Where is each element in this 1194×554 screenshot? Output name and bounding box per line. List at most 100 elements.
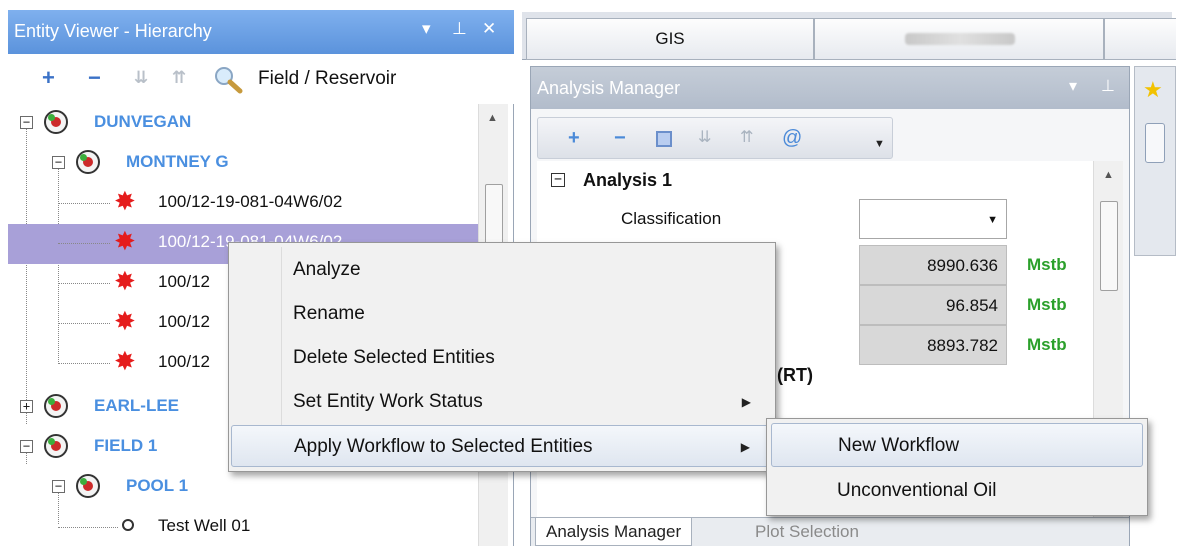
tree-node-pool-1[interactable]: − POOL 1 [8,468,478,508]
torn-edge-right [1176,0,1194,554]
tree-node-well[interactable]: Test Well 01 [8,508,478,546]
value-cell[interactable]: 8893.782 [859,325,1007,365]
well-star-icon: ✸ [114,226,136,256]
collapse-toggle[interactable]: − [52,156,65,169]
chevron-down-icon[interactable]: ▼ [987,214,998,226]
well-star-icon: ✸ [114,186,136,216]
analysis-manager-titlebar: Analysis Manager ▾ ⊥ [531,67,1129,109]
collapse-all-icon[interactable]: ⇈ [740,127,753,149]
tab-label: GIS [655,29,685,48]
pane-menu-icon[interactable]: ▾ [422,19,431,39]
menu-item-new-workflow[interactable]: New Workflow [771,423,1143,467]
analysis-toolbar: + − ⇊ ⇈ @ ▼ [537,117,893,159]
search-icon[interactable] [212,64,244,94]
tree-node-label: Test Well 01 [158,516,251,535]
tree-line [58,243,110,244]
field-globe-icon [44,434,68,458]
side-tab[interactable] [1145,123,1165,163]
menu-item-label: Apply Workflow to Selected Entities [294,436,593,457]
submenu-arrow-icon: ▶ [741,395,751,409]
collapse-toggle[interactable]: − [20,116,33,129]
pane-menu-icon[interactable]: ▾ [1069,76,1077,96]
tab-analysis-manager[interactable]: Analysis Manager [535,518,693,546]
remove-icon[interactable]: − [614,127,626,149]
properties-icon[interactable] [656,131,672,147]
tab-gis[interactable]: GIS [526,18,814,60]
menu-item-label: New Workflow [838,435,960,456]
pin-icon[interactable]: ⊥ [452,19,467,39]
workflow-submenu: New Workflow Unconventional Oil [766,418,1148,516]
submenu-arrow-icon: ▶ [740,440,750,454]
unit-label: Mstb [1027,335,1067,354]
menu-item-apply-workflow[interactable]: Apply Workflow to Selected Entities ▶ [231,425,773,467]
value-cell[interactable]: 96.854 [859,285,1007,325]
expand-all-icon[interactable]: ⇊ [698,127,711,149]
menu-item-label: Delete Selected Entities [293,347,495,368]
menu-item-delete-selected[interactable]: Delete Selected Entities [231,337,773,379]
tree-node-label: 100/12 [158,312,210,331]
tree-node-label: 100/12-19-081-04W6/02 [158,192,343,211]
menu-item-label: Rename [293,303,365,324]
tab-redacted[interactable] [814,18,1104,60]
classification-select[interactable]: ▼ [859,199,1007,239]
menu-item-rename[interactable]: Rename [231,293,773,335]
tree-node-label: DUNVEGAN [94,112,192,131]
dropdown-arrow-icon[interactable]: ▼ [874,133,885,155]
pin-icon[interactable]: ⊥ [1101,76,1115,96]
close-icon[interactable]: ✕ [482,19,496,39]
tree-node-label: EARL-LEE [94,396,179,415]
well-circle-icon [122,519,134,531]
menu-item-unconventional-oil[interactable]: Unconventional Oil [771,469,1143,513]
tree-line [58,323,110,324]
entity-viewer-titlebar: Entity Viewer - Hierarchy ▾ ⊥ ✕ [8,10,514,54]
scroll-up-icon[interactable]: ▲ [487,112,498,124]
scrollbar-thumb[interactable] [1100,201,1118,291]
unit-label: Mstb [1027,295,1067,314]
tab-overflow[interactable] [1104,18,1184,60]
collapse-toggle[interactable]: − [551,173,565,187]
value-cell[interactable]: 8990.636 [859,245,1007,285]
add-icon[interactable]: + [42,67,55,89]
field-globe-icon [76,150,100,174]
menu-item-set-work-status[interactable]: Set Entity Work Status ▶ [231,381,773,423]
remove-icon[interactable]: − [88,67,101,89]
unit-label: Mstb [1027,255,1067,274]
tree-node-label: POOL 1 [126,476,189,495]
tab-plot-selection[interactable]: Plot Selection [745,518,869,546]
tree-line [58,283,110,284]
collapse-toggle[interactable]: − [52,480,65,493]
classification-label: Classification [621,209,722,228]
expand-all-icon[interactable]: ⇊ [134,67,148,89]
tree-node-label: 100/12 [158,352,210,371]
collapse-all-icon[interactable]: ⇈ [172,67,186,89]
scrollbar-thumb[interactable] [485,184,503,250]
at-icon[interactable]: @ [782,127,802,149]
tree-node-well[interactable]: ✸ 100/12-19-081-04W6/02 [8,184,478,224]
analysis-manager-title: Analysis Manager [537,78,681,98]
favorite-star-icon[interactable]: ★ [1143,77,1163,103]
collapse-toggle[interactable]: − [20,440,33,453]
tree-node-label: FIELD 1 [94,436,158,455]
menu-item-analyze[interactable]: Analyze [231,249,773,291]
analysis-name: Analysis 1 [583,170,673,190]
tree-line [58,363,110,364]
tree-node-montney-g[interactable]: − MONTNEY G [8,144,478,184]
field-globe-icon [76,474,100,498]
document-tabs: GIS [522,12,1184,60]
scope-dropdown[interactable]: Field / Reservoir [258,68,396,90]
context-menu: Analyze Rename Delete Selected Entities … [228,242,776,472]
menu-item-label: Unconventional Oil [837,480,997,501]
side-toolstrip: ★ [1134,66,1176,256]
torn-edge-bottom [0,546,1194,554]
scroll-up-icon[interactable]: ▲ [1103,169,1114,181]
tree-line [58,203,110,204]
tree-node-label: 100/12 [158,272,210,291]
analysis-bottom-tabs: Analysis Manager Plot Selection [531,517,1129,547]
menu-item-label: Set Entity Work Status [293,391,483,412]
rt-label: (RT) [777,365,813,385]
tree-node-dunvegan[interactable]: − DUNVEGAN [8,104,478,144]
well-star-icon: ✸ [114,346,136,376]
add-icon[interactable]: + [568,127,580,149]
entity-viewer-title: Entity Viewer - Hierarchy [14,21,212,41]
expand-toggle[interactable]: + [20,400,33,413]
